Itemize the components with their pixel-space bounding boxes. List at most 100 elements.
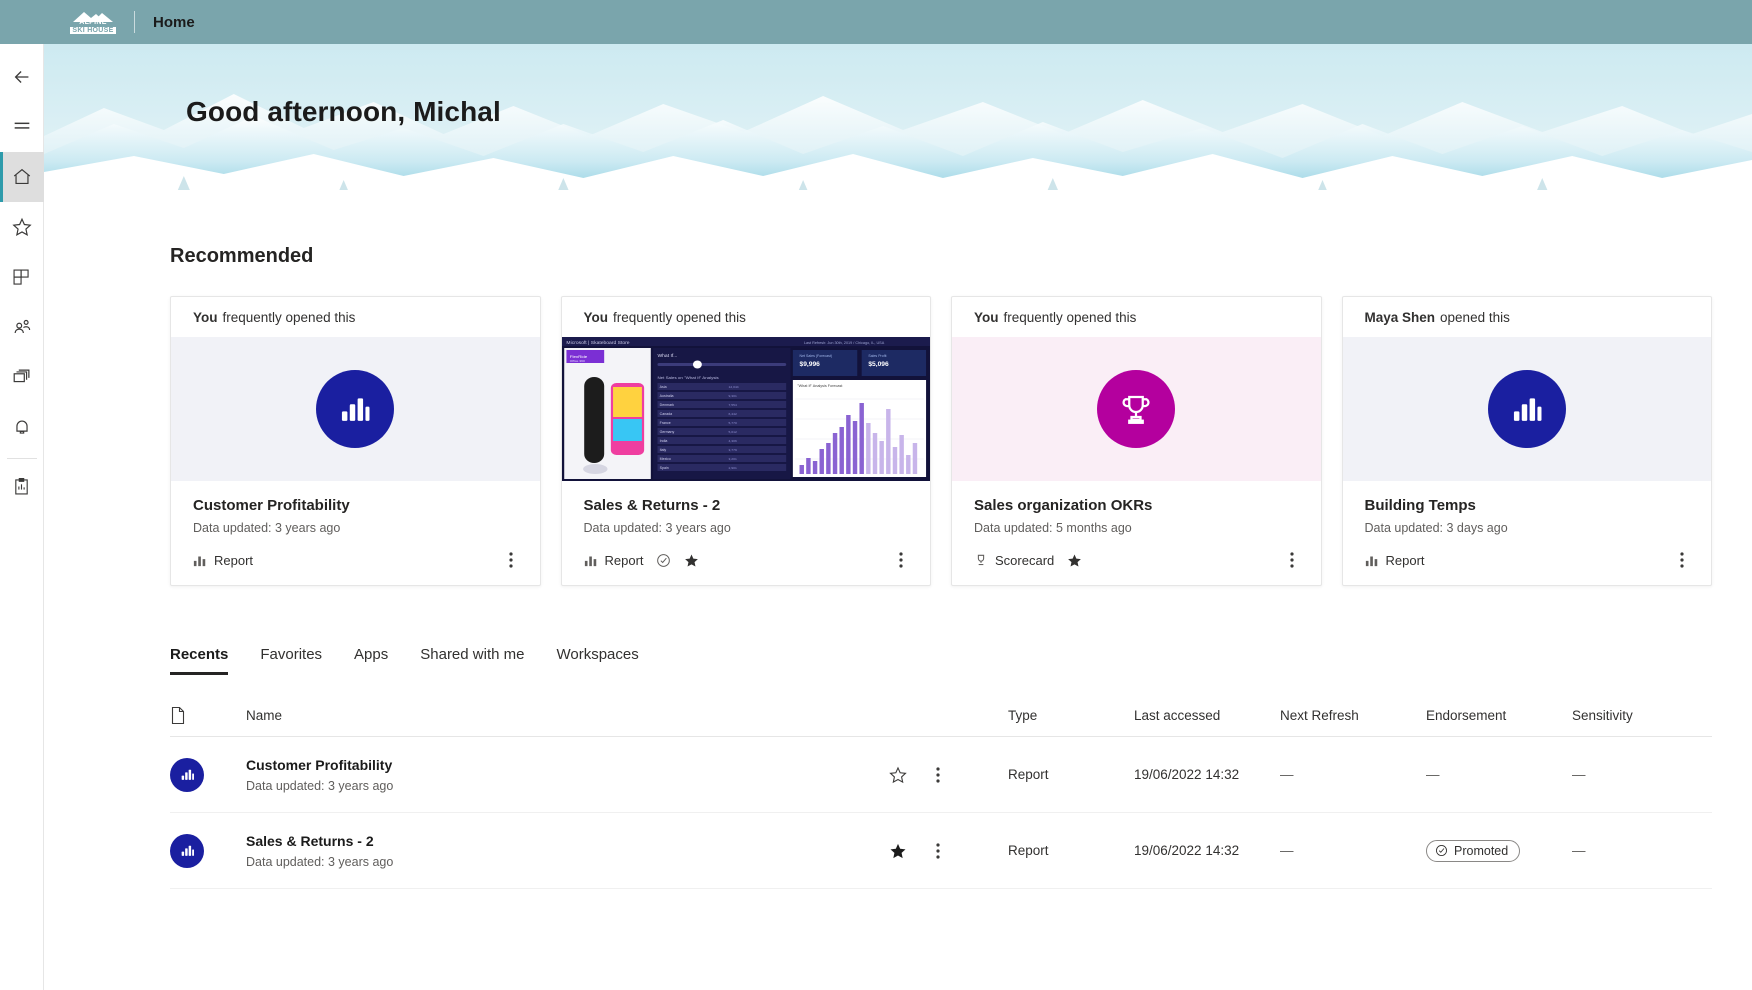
row-more-options-button[interactable] bbox=[936, 842, 940, 860]
tab-recents[interactable]: Recents bbox=[170, 646, 229, 675]
row-name-block: Customer Profitability Data updated: 3 y… bbox=[246, 757, 393, 793]
card-attribution-actor: You bbox=[974, 309, 999, 325]
row-updated: Data updated: 3 years ago bbox=[246, 778, 394, 793]
sidebar-item-home[interactable] bbox=[0, 152, 44, 202]
brand-logo[interactable]: ALPINE SKI HOUSE bbox=[70, 7, 116, 37]
sidebar-item-shared-with-me[interactable] bbox=[0, 302, 44, 352]
trophy-icon bbox=[1122, 395, 1150, 424]
row-type: Report bbox=[1008, 843, 1049, 858]
row-favorite-button[interactable] bbox=[888, 765, 908, 785]
column-header-name[interactable]: Name bbox=[246, 708, 888, 723]
row-favorite-button[interactable] bbox=[888, 841, 908, 861]
card-type: Report bbox=[1365, 553, 1425, 568]
row-endorsement: Promoted bbox=[1426, 839, 1572, 862]
table-row[interactable]: Customer Profitability Data updated: 3 y… bbox=[170, 737, 1712, 813]
row-updated: Data updated: 3 years ago bbox=[246, 854, 394, 869]
card-favorite-button[interactable] bbox=[1066, 552, 1083, 569]
card-body: Building Temps Data updated: 3 days ago bbox=[1343, 481, 1712, 535]
card-attribution-text: frequently opened this bbox=[613, 309, 746, 325]
svg-text:2,901: 2,901 bbox=[728, 466, 737, 470]
row-more-options-button[interactable] bbox=[936, 766, 940, 784]
column-header-icon[interactable] bbox=[170, 706, 246, 725]
status-badge: Promoted bbox=[1426, 839, 1521, 862]
row-name-cell[interactable]: Customer Profitability Data updated: 3 y… bbox=[246, 757, 888, 793]
report-preview-image: Microsoft | Skateboard Store Last Refres… bbox=[561, 337, 930, 481]
promoted-check-circle-icon bbox=[1436, 845, 1447, 856]
card-title: Sales & Returns - 2 bbox=[583, 497, 721, 514]
tab-shared-with-me[interactable]: Shared with me bbox=[420, 646, 524, 675]
people-icon bbox=[14, 319, 30, 334]
column-header-sensitivity[interactable]: Sensitivity bbox=[1572, 708, 1712, 723]
recommended-cards: You frequently opened this Customer Prof… bbox=[170, 296, 1712, 586]
column-header-next-refresh[interactable]: Next Refresh bbox=[1280, 708, 1426, 723]
svg-text:4,306: 4,306 bbox=[728, 439, 737, 443]
recommended-card[interactable]: You frequently opened this bbox=[951, 296, 1322, 586]
star-outline-icon bbox=[889, 766, 907, 783]
nav-back-button[interactable] bbox=[0, 52, 44, 102]
row-name-cell[interactable]: Sales & Returns - 2 Data updated: 3 year… bbox=[246, 833, 888, 869]
card-type-label: Report bbox=[1385, 552, 1425, 568]
svg-text:Italy: Italy bbox=[659, 448, 666, 452]
certified-badge-icon bbox=[656, 553, 671, 568]
card-footer: Report bbox=[171, 535, 540, 585]
row-endorsement: — bbox=[1426, 767, 1440, 782]
card-body: Sales & Returns - 2 Data updated: 3 year… bbox=[562, 481, 931, 535]
recommended-card[interactable]: You frequently opened this Microsoft | S… bbox=[560, 296, 931, 586]
svg-text:France: France bbox=[659, 421, 670, 425]
home-icon bbox=[13, 168, 30, 185]
nav-divider bbox=[6, 458, 37, 459]
card-type: Report bbox=[584, 553, 644, 568]
svg-text:Microsoft | Skateboard Store: Microsoft | Skateboard Store bbox=[566, 340, 630, 346]
column-header-last-accessed[interactable]: Last accessed bbox=[1134, 708, 1280, 723]
svg-text:Net Sales (Forecast): Net Sales (Forecast) bbox=[799, 354, 832, 358]
tab-workspaces[interactable]: Workspaces bbox=[556, 646, 638, 675]
table-row[interactable]: Sales & Returns - 2 Data updated: 3 year… bbox=[170, 813, 1712, 889]
card-thumbnail bbox=[171, 337, 540, 481]
tab-favorites[interactable]: Favorites bbox=[260, 646, 322, 675]
card-updated: Data updated: 5 months ago bbox=[974, 521, 1132, 535]
svg-text:Spain: Spain bbox=[659, 466, 668, 470]
recommended-card[interactable]: Maya Shen opened this Building Temps Dat… bbox=[1341, 296, 1712, 586]
status-badge-label: Promoted bbox=[1454, 843, 1509, 858]
card-thumbnail: Microsoft | Skateboard Store Last Refres… bbox=[561, 337, 930, 481]
row-sensitivity: — bbox=[1572, 843, 1586, 858]
tab-apps[interactable]: Apps bbox=[354, 646, 388, 675]
column-header-type[interactable]: Type bbox=[1008, 708, 1134, 723]
sidebar-item-metrics[interactable] bbox=[0, 461, 44, 511]
card-type-label: Report bbox=[214, 552, 254, 568]
nav-menu-button[interactable] bbox=[0, 102, 44, 152]
sidebar-item-apps[interactable] bbox=[0, 252, 44, 302]
certified-check-circle-icon bbox=[656, 553, 670, 567]
column-header-endorsement[interactable]: Endorsement bbox=[1426, 708, 1572, 723]
workspaces-stack-icon bbox=[13, 369, 29, 383]
row-last-accessed: 19/06/2022 14:32 bbox=[1134, 843, 1240, 858]
card-favorite-button[interactable] bbox=[683, 552, 700, 569]
card-updated: Data updated: 3 days ago bbox=[1364, 521, 1508, 535]
card-attribution-actor: Maya Shen bbox=[1364, 309, 1436, 325]
row-next-refresh: — bbox=[1280, 843, 1294, 858]
top-bar: ALPINE SKI HOUSE Home bbox=[0, 0, 1752, 44]
kebab-menu-icon bbox=[936, 766, 940, 783]
card-thumbnail bbox=[952, 337, 1321, 481]
logo-line-2: SKI HOUSE bbox=[70, 27, 116, 34]
trophy-icon bbox=[977, 554, 985, 566]
card-more-options-button[interactable] bbox=[1281, 549, 1303, 571]
card-more-options-button[interactable] bbox=[500, 549, 522, 571]
card-more-options-button[interactable] bbox=[890, 549, 912, 571]
star-icon bbox=[11, 217, 32, 236]
star-filled-icon bbox=[684, 553, 698, 567]
bell-icon bbox=[15, 420, 28, 434]
sidebar-item-workspaces[interactable] bbox=[0, 352, 44, 402]
row-sensitivity: — bbox=[1572, 767, 1586, 782]
card-body: Customer Profitability Data updated: 3 y… bbox=[171, 481, 540, 535]
hero-banner: Good afternoon, Michal bbox=[44, 44, 1752, 199]
svg-text:What If...: What If... bbox=[657, 353, 677, 359]
svg-text:9,301: 9,301 bbox=[728, 394, 737, 398]
card-more-options-button[interactable] bbox=[1671, 549, 1693, 571]
sidebar-item-notifications[interactable] bbox=[0, 402, 44, 452]
bar-chart-icon bbox=[181, 845, 194, 856]
recommended-card[interactable]: You frequently opened this bbox=[170, 296, 541, 586]
row-title: Sales & Returns - 2 bbox=[246, 832, 374, 849]
card-attribution: You frequently opened this bbox=[562, 297, 931, 337]
sidebar-item-favorites[interactable] bbox=[0, 202, 44, 252]
